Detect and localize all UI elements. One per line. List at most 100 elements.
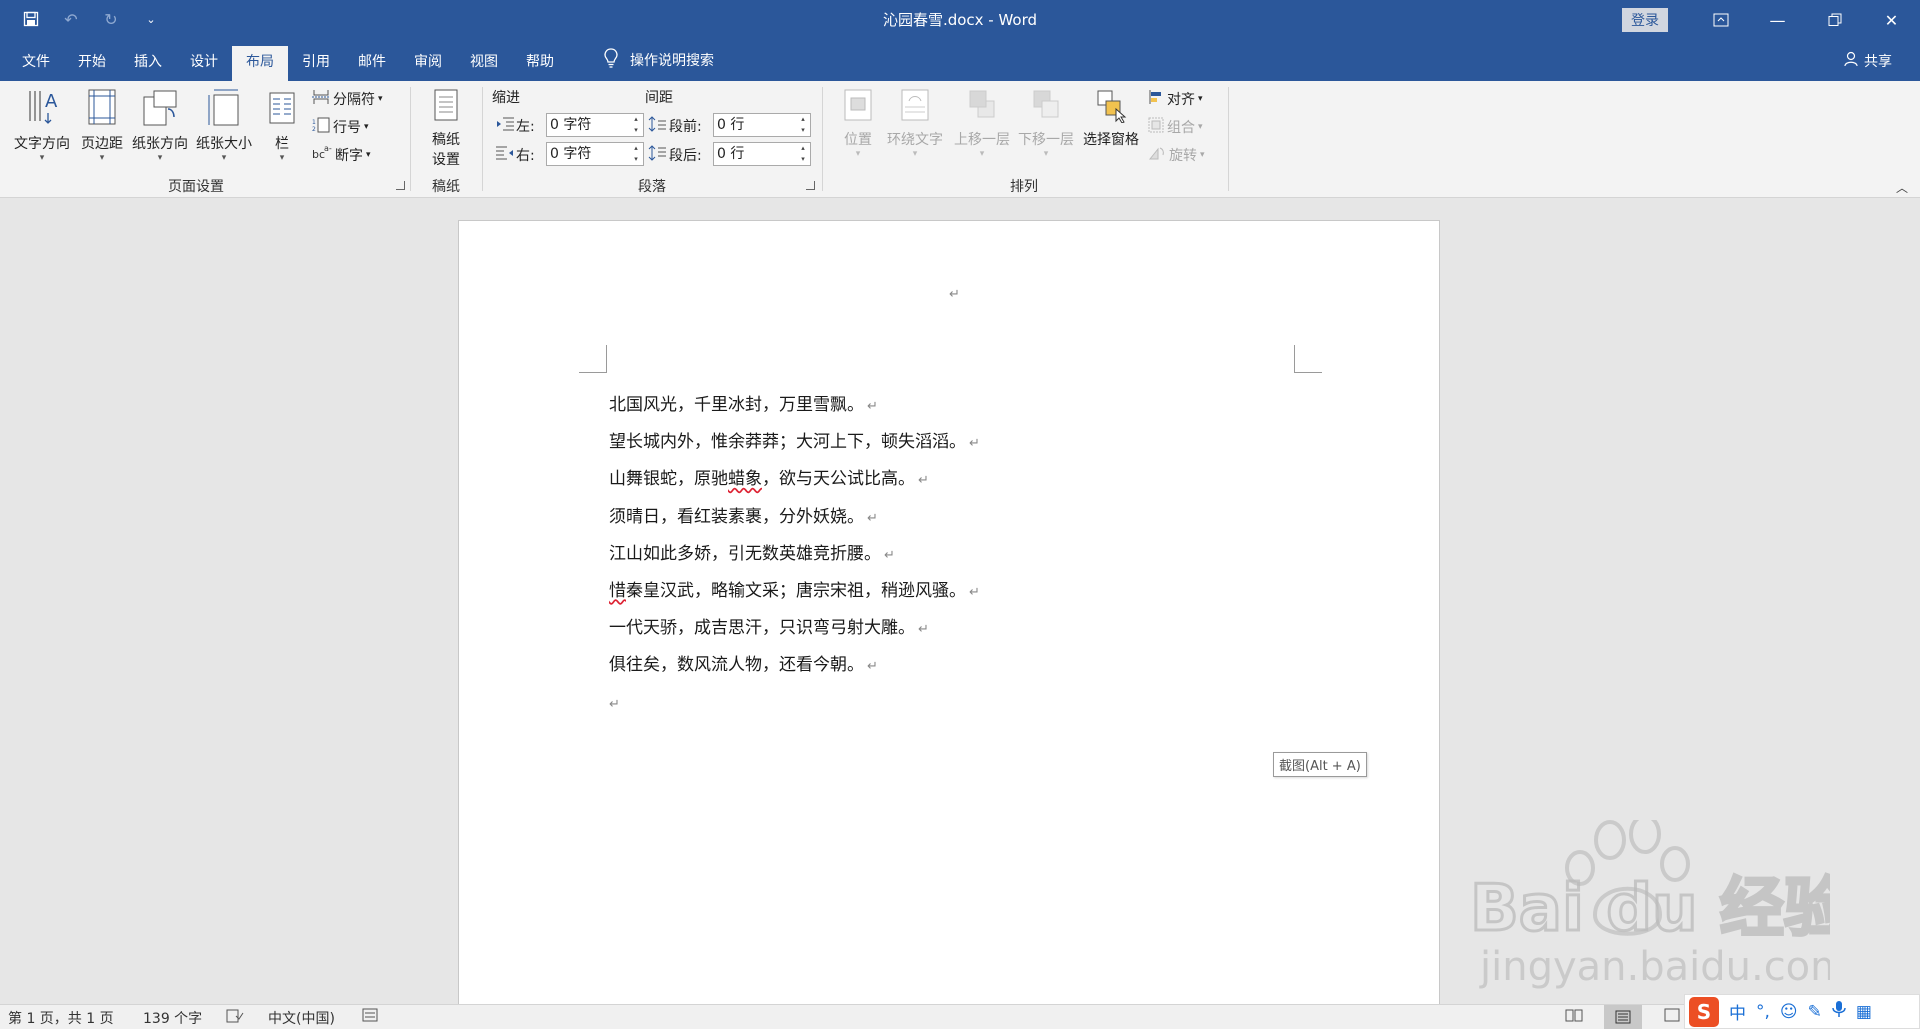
paragraph-line[interactable]: 俱往矣，数风流人物，还看今朝。 ↵ — [609, 647, 980, 684]
tab-8[interactable]: 视图 — [456, 46, 512, 81]
text-direction-button[interactable]: A 文字方向 ▾ — [10, 87, 74, 163]
paragraph-line[interactable]: ↵ — [609, 685, 980, 722]
tab-6[interactable]: 邮件 — [344, 46, 400, 81]
language-indicator[interactable]: 中文(中国) — [268, 1008, 335, 1028]
wrap-text-button[interactable]: 环绕文字 ▾ — [882, 87, 948, 159]
breaks-label: 分隔符 — [333, 92, 375, 108]
lightbulb-icon — [604, 48, 618, 72]
document-page[interactable]: ↵ 北国风光，千里冰封，万里雪飘。 ↵ 望长城内外，惟余莽莽；大河上下，顿失滔滔。 ↵… — [458, 220, 1440, 1010]
manuscript-settings-button[interactable]: 稿纸 设置 — [418, 87, 474, 169]
indent-left-spinner[interactable]: ▴ ▾ — [631, 114, 641, 136]
spacing-before-input[interactable]: 0 行 ▴ ▾ — [713, 113, 811, 137]
rotate-label: 旋转 — [1169, 148, 1197, 164]
tab-9[interactable]: 帮助 — [512, 46, 568, 81]
group-button[interactable]: 组合 ▾ — [1148, 117, 1203, 137]
send-backward-button[interactable]: 下移一层 ▾ — [1014, 87, 1078, 159]
svg-text:2: 2 — [312, 126, 316, 133]
spacing-after-spinner[interactable]: ▴ ▾ — [798, 143, 808, 165]
tab-4[interactable]: 布局 — [232, 46, 288, 81]
spacing-after-label: 段后: — [669, 148, 702, 164]
punctuation-icon[interactable]: °, — [1756, 1002, 1770, 1022]
emoji-icon[interactable]: ☺ — [1780, 1002, 1798, 1022]
paragraph-text: 江山如此多娇，引无数英雄竞折腰。 — [609, 543, 881, 564]
svg-text:a-: a- — [324, 145, 332, 153]
line-numbers-label: 行号 — [333, 120, 361, 136]
spacing-before-spinner[interactable]: ▴ ▾ — [798, 114, 808, 136]
tab-0[interactable]: 文件 — [8, 46, 64, 81]
indent-left-value: 0 字符 — [550, 117, 592, 133]
tab-3[interactable]: 设计 — [176, 46, 232, 81]
spelling-error-mark[interactable]: 惜 — [609, 581, 626, 601]
paragraph-text: 望长城内外，惟余莽莽；大河上下，顿失滔滔。 — [609, 432, 966, 453]
page-setup-dialog-launcher[interactable] — [396, 181, 405, 190]
indent-right-icon — [496, 146, 514, 164]
collapse-ribbon-icon[interactable]: ︿ — [1896, 179, 1908, 196]
paragraph-line[interactable]: 一代天骄，成吉思汗，只识弯弓射大雕。 ↵ — [609, 610, 980, 647]
tab-5[interactable]: 引用 — [288, 46, 344, 81]
align-button[interactable]: 对齐 ▾ — [1148, 89, 1203, 109]
indent-right-spinner[interactable]: ▴ ▾ — [631, 143, 641, 165]
document-body[interactable]: 北国风光，千里冰封，万里雪飘。 ↵ 望长城内外，惟余莽莽；大河上下，顿失滔滔。 ↵ 山舞… — [609, 387, 980, 722]
ribbon-tab-bar: 文件 开始 插入 设计 布局 引用 邮件 审阅 视图 帮助 操作说明搜索 共享 — [0, 40, 1920, 81]
handwriting-icon[interactable]: ✎ — [1808, 1002, 1822, 1022]
columns-button[interactable]: 栏 ▾ — [262, 87, 302, 163]
hyphenation-button[interactable]: bc a- 断字 ▾ — [312, 144, 371, 165]
size-button[interactable]: 纸张大小 ▾ — [192, 87, 256, 163]
paragraph-line[interactable]: 望长城内外，惟余莽莽；大河上下，顿失滔滔。 ↵ — [609, 424, 980, 461]
minimize-icon[interactable]: — — [1749, 0, 1806, 40]
bring-forward-button[interactable]: 上移一层 ▾ — [950, 87, 1014, 159]
tab-7[interactable]: 审阅 — [400, 46, 456, 81]
word-count[interactable]: 139 个字 — [143, 1008, 202, 1028]
paragraph-line[interactable]: 惜秦皇汉武，略输文采；唐宗宋祖，稍逊风骚。 ↵ — [609, 573, 980, 610]
rotate-button[interactable]: 旋转 ▾ — [1148, 145, 1205, 165]
paragraph-line[interactable]: 北国风光，千里冰封，万里雪飘。 ↵ — [609, 387, 980, 424]
margins-label: 页边距 — [81, 136, 123, 152]
web-layout-icon[interactable] — [1664, 1008, 1680, 1026]
paragraph-mark: ↵ — [867, 399, 878, 414]
send-backward-label: 下移一层 — [1018, 132, 1074, 148]
restore-icon[interactable] — [1806, 0, 1863, 40]
line-numbers-button[interactable]: 12 行号 ▾ — [312, 117, 369, 137]
tell-me-search[interactable]: 操作说明搜索 — [604, 48, 714, 72]
indent-right-label: 右: — [516, 148, 535, 164]
paragraph-line[interactable]: 山舞银蛇，原驰蜡象，欲与天公试比高。 ↵ — [609, 461, 980, 498]
proofing-icon[interactable] — [226, 1008, 244, 1028]
spacing-after-input[interactable]: 0 行 ▴ ▾ — [713, 142, 811, 166]
position-button[interactable]: 位置 ▾ — [836, 87, 880, 159]
line-numbers-icon: 12 — [312, 117, 330, 137]
sogou-logo-icon[interactable]: S — [1689, 996, 1719, 1027]
orientation-button[interactable]: 纸张方向 ▾ — [128, 87, 192, 163]
indent-left-input[interactable]: 0 字符 ▴ ▾ — [546, 113, 644, 137]
status-bar: 第 1 页，共 1 页 139 个字 中文(中国) — [0, 1004, 1920, 1029]
ime-mode-indicator[interactable]: 中 — [1729, 999, 1746, 1024]
paragraph-text: 山舞银蛇，原驰蜡象，欲与天公试比高。 — [609, 469, 915, 490]
spacing-before-label: 段前: — [669, 119, 702, 135]
wrap-text-icon — [882, 87, 948, 127]
tab-2[interactable]: 插入 — [120, 46, 176, 81]
indent-right-input[interactable]: 0 字符 ▴ ▾ — [546, 142, 644, 166]
share-button[interactable]: 共享 — [1844, 51, 1892, 71]
selection-pane-label: 选择窗格 — [1083, 132, 1139, 148]
macro-record-icon[interactable] — [362, 1008, 378, 1026]
indent-right-value: 0 字符 — [550, 146, 592, 162]
selection-pane-button[interactable]: 选择窗格 — [1078, 87, 1144, 149]
paragraph-mark: ↵ — [969, 436, 980, 452]
spelling-error-mark[interactable]: 蜡象 — [728, 469, 762, 489]
breaks-icon — [312, 89, 330, 109]
tab-1[interactable]: 开始 — [64, 46, 120, 81]
toolbox-icon[interactable]: ▦ — [1856, 1002, 1872, 1022]
ribbon-display-options-icon[interactable] — [1692, 0, 1749, 40]
page-count[interactable]: 第 1 页，共 1 页 — [8, 1008, 114, 1028]
breaks-button[interactable]: 分隔符 ▾ — [312, 89, 383, 109]
paragraph-line[interactable]: 江山如此多娇，引无数英雄竞折腰。 ↵ — [609, 536, 980, 573]
margins-button[interactable]: 页边距 ▾ — [76, 87, 128, 163]
microphone-icon[interactable] — [1832, 1000, 1846, 1023]
close-icon[interactable]: ✕ — [1863, 0, 1920, 40]
login-button[interactable]: 登录 — [1622, 8, 1668, 32]
print-layout-icon[interactable] — [1604, 1005, 1642, 1029]
paragraph-line[interactable]: 须晴日，看红装素裹，分外妖娆。 ↵ — [609, 499, 980, 536]
read-mode-icon[interactable] — [1565, 1008, 1583, 1026]
manuscript-label-1: 稿纸 — [432, 132, 460, 148]
paragraph-dialog-launcher[interactable] — [806, 181, 815, 190]
manuscript-group-label: 稿纸 — [432, 179, 460, 195]
